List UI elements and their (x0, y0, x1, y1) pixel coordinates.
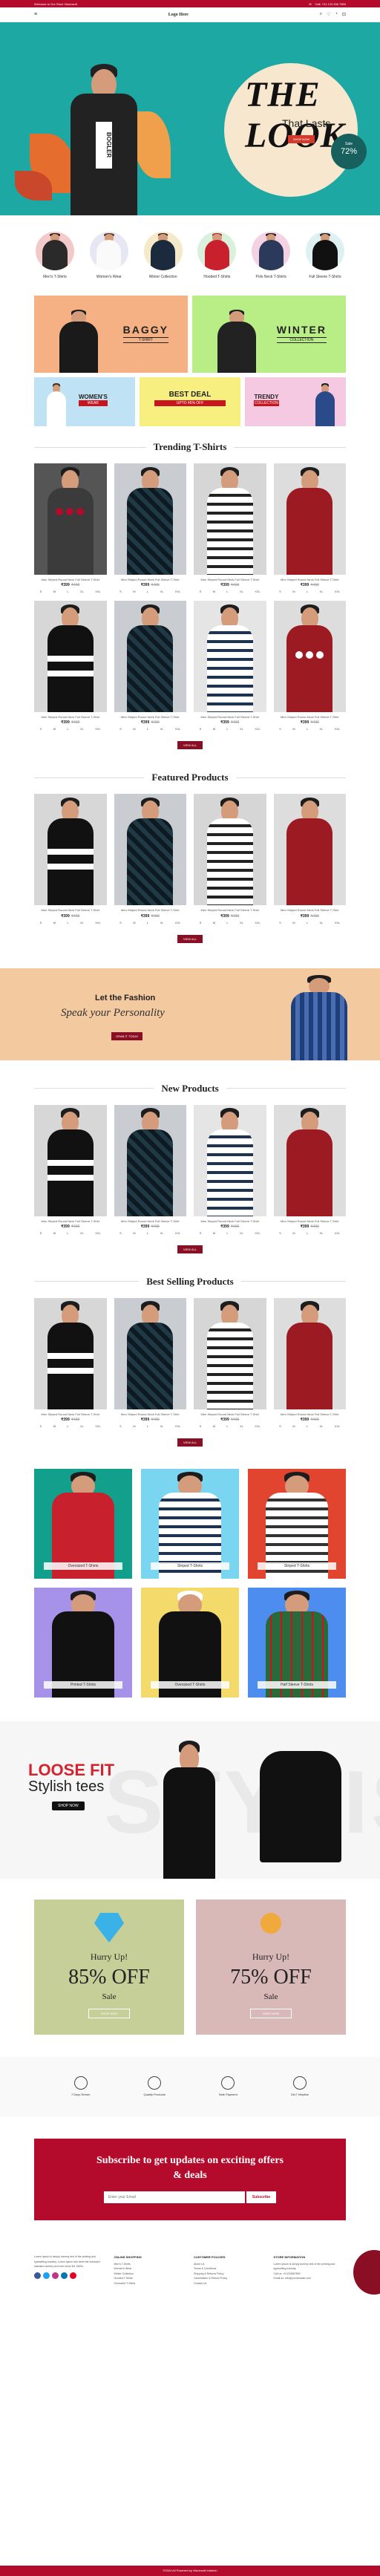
footer: Lorem Ipsum is simply dummy text of the … (34, 2254, 335, 2286)
best-selling-section: Best Selling Products Men Striped Round … (0, 1276, 380, 1447)
product-card[interactable]: Men Striped Round Neck Full Sleeve T-Shi… (273, 794, 346, 925)
hero-model-image: BOGLER (52, 59, 156, 215)
product-card[interactable]: Men Striped Round Neck Full Sleeve T-Shi… (194, 601, 266, 731)
promo-banners: BAGGY T-SHIRT WINTER COLLECTION WOMEN'S WEA… (0, 296, 380, 426)
featured-section: Featured Products Men Striped Round Neck… (0, 772, 380, 943)
newsletter: Subscribe to get updates on exciting off… (34, 2138, 346, 2220)
hero-subtitle: That Lasts (282, 117, 331, 129)
helpline-icon (292, 2076, 307, 2090)
feature-item: 24x7 Helpline (291, 2076, 309, 2096)
fashion-model-image (275, 973, 364, 1060)
feature-item: Quality Products (143, 2076, 166, 2096)
product-card[interactable]: Men Striped Round Neck Full Sleeve T-Shi… (194, 463, 266, 593)
product-card[interactable]: Men Striped Round Neck Full Sleeve T-Shi… (273, 1104, 346, 1235)
view-all-button[interactable]: VIEW ALL (177, 934, 203, 943)
product-card[interactable]: Men Striped Round Neck Full Sleeve T-Shi… (34, 1104, 107, 1235)
phone-icon: ☏ (308, 1, 312, 6)
tee-image (260, 1750, 341, 1862)
hero-banner: BOGLER THE LOOK That Lasts SHOP NOW Sale… (0, 22, 380, 215)
quality-icon (148, 2076, 162, 2090)
heart-icon[interactable]: ♡ (327, 12, 330, 17)
section-title: Trending T-Shirts (34, 441, 346, 453)
subscribe-button[interactable]: Subscribe (246, 2191, 277, 2204)
top-bar: Welcome to Our Store Visionsoft ☏ Call: +… (0, 0, 380, 7)
view-all-button[interactable]: VIEW ALL (177, 1245, 203, 1253)
grab-it-button[interactable]: GRAB IT TODAY (111, 1031, 143, 1040)
cart-icon[interactable]: ⊡ (342, 12, 346, 17)
product-card[interactable]: Men Striped Round Neck Full Sleeve T-Shi… (34, 601, 107, 731)
baggy-banner[interactable]: BAGGY T-SHIRT (34, 296, 188, 373)
category-item[interactable]: Women's Wear (88, 232, 130, 279)
collection-tile[interactable]: Half Sleeve T-Shirts (248, 1587, 346, 1698)
product-card[interactable]: Men Striped Round Neck Full Sleeve T-Shi… (114, 601, 186, 731)
category-item[interactable]: Men's T-Shirts (34, 232, 76, 279)
view-all-button[interactable]: VIEW ALL (177, 741, 203, 750)
copyright: ©2024 All Powered by Visionsoft Infotech (0, 2566, 380, 2576)
phone-text[interactable]: Call: +01 123 456 7890 (315, 2, 346, 6)
product-card[interactable]: Men Striped Round Neck Full Sleeve T-Shi… (194, 794, 266, 925)
category-item[interactable]: Winter Collection (142, 232, 184, 279)
linkedin-icon[interactable] (61, 2272, 68, 2279)
product-card[interactable]: Men Striped Round Neck Full Sleeve T-Shi… (273, 1297, 346, 1428)
features-row: 7 Days Return Quality Products Safe Paym… (0, 2056, 380, 2116)
product-card[interactable]: Men Striped Round Neck Full Sleeve T-Shi… (34, 1297, 107, 1428)
product-card[interactable]: Men Striped Round Neck Full Sleeve T-Shi… (34, 463, 107, 593)
category-item[interactable]: Full Sleeve T-Shirts (304, 232, 346, 279)
feature-item: Safe Payment (219, 2076, 238, 2096)
loose-shop-button[interactable]: SHOP NOW (52, 1801, 85, 1810)
diamond-icon (94, 1912, 124, 1943)
section-title: Featured Products (34, 772, 346, 783)
trending-section: Trending T-Shirts Men Striped Round Neck… (0, 441, 380, 750)
menu-icon[interactable]: ≡ (34, 12, 37, 17)
loose-model-image (148, 1736, 230, 1879)
product-card[interactable]: Men Striped Round Neck Full Sleeve T-Shi… (194, 1297, 266, 1428)
product-card[interactable]: Men Striped Round Neck Full Sleeve T-Shi… (273, 601, 346, 731)
offer-card[interactable]: Hurry Up! 75% OFF Sale SHOP NOW (196, 1899, 346, 2035)
winter-banner[interactable]: WINTER COLLECTION (192, 296, 346, 373)
collection-tile[interactable]: Oversized T-Shirts (34, 1468, 132, 1579)
email-input[interactable] (103, 2191, 245, 2204)
logo[interactable]: Logo Here (168, 13, 189, 17)
return-icon (73, 2076, 88, 2090)
category-item[interactable]: Polo Neck T-Shirts (250, 232, 292, 279)
twitter-icon[interactable] (43, 2272, 50, 2279)
new-section: New Products Men Striped Round Neck Full… (0, 1083, 380, 1253)
product-card[interactable]: Men Striped Round Neck Full Sleeve T-Shi… (114, 1104, 186, 1235)
pinterest-icon[interactable] (70, 2272, 76, 2279)
product-card[interactable]: Men Striped Round Neck Full Sleeve T-Shi… (114, 1297, 186, 1428)
hero-shop-button[interactable]: SHOP NOW (288, 135, 315, 143)
user-icon[interactable]: ◔ (335, 12, 338, 17)
search-icon[interactable]: ⌕ (320, 12, 322, 17)
badge-icon (261, 1912, 281, 1934)
loose-fit-banner: STYLISH LOOSE FIT Stylish tees SHOP NOW (0, 1721, 380, 1879)
product-card[interactable]: Men Striped Round Neck Full Sleeve T-Shi… (273, 463, 346, 593)
product-card[interactable]: Men Striped Round Neck Full Sleeve T-Shi… (114, 463, 186, 593)
collection-tiles: Oversized T-Shirts Striped T-Shirts Stri… (0, 1468, 380, 1698)
deal-banner[interactable]: BEST DEAL UPTO 45% OFF (140, 377, 240, 426)
section-title: New Products (34, 1083, 346, 1095)
sale-badge: Sale 72% (331, 134, 367, 169)
product-card[interactable]: Men Striped Round Neck Full Sleeve T-Shi… (34, 794, 107, 925)
women-banner[interactable]: WOMEN'S WEAR (34, 377, 135, 426)
collection-tile[interactable]: Oversized T-Shirts (141, 1587, 239, 1698)
offers-row: Hurry Up! 85% OFF Sale SHOP NOW Hurry Up! 75… (0, 1899, 380, 2035)
collection-tile[interactable]: Striped T-Shirts (141, 1468, 239, 1579)
collection-tile[interactable]: Printed T-Shirts (34, 1587, 132, 1698)
trendy-banner[interactable]: TRENDY COLLECTION (245, 377, 346, 426)
feature-item: 7 Days Return (71, 2076, 91, 2096)
collection-tile[interactable]: Striped T-Shirts (248, 1468, 346, 1579)
view-all-button[interactable]: VIEW ALL (177, 1438, 203, 1447)
offer-card[interactable]: Hurry Up! 85% OFF Sale SHOP NOW (34, 1899, 184, 2035)
category-item[interactable]: Hooded T-Shirts (196, 232, 238, 279)
welcome-text: Welcome to Our Store Visionsoft (34, 1, 77, 6)
product-card[interactable]: Men Striped Round Neck Full Sleeve T-Shi… (114, 794, 186, 925)
instagram-icon[interactable] (52, 2272, 59, 2279)
header: ≡ Logo Here ⌕ ♡ ◔ ⊡ (0, 7, 380, 22)
category-row: Men's T-Shirts Women's Wear Winter Colle… (0, 232, 380, 279)
fashion-banner: Let the Fashion Speak your Personality G… (0, 968, 380, 1060)
product-card[interactable]: Men Striped Round Neck Full Sleeve T-Shi… (194, 1104, 266, 1235)
section-title: Best Selling Products (34, 1276, 346, 1288)
facebook-icon[interactable] (34, 2272, 41, 2279)
payment-icon (221, 2076, 235, 2090)
